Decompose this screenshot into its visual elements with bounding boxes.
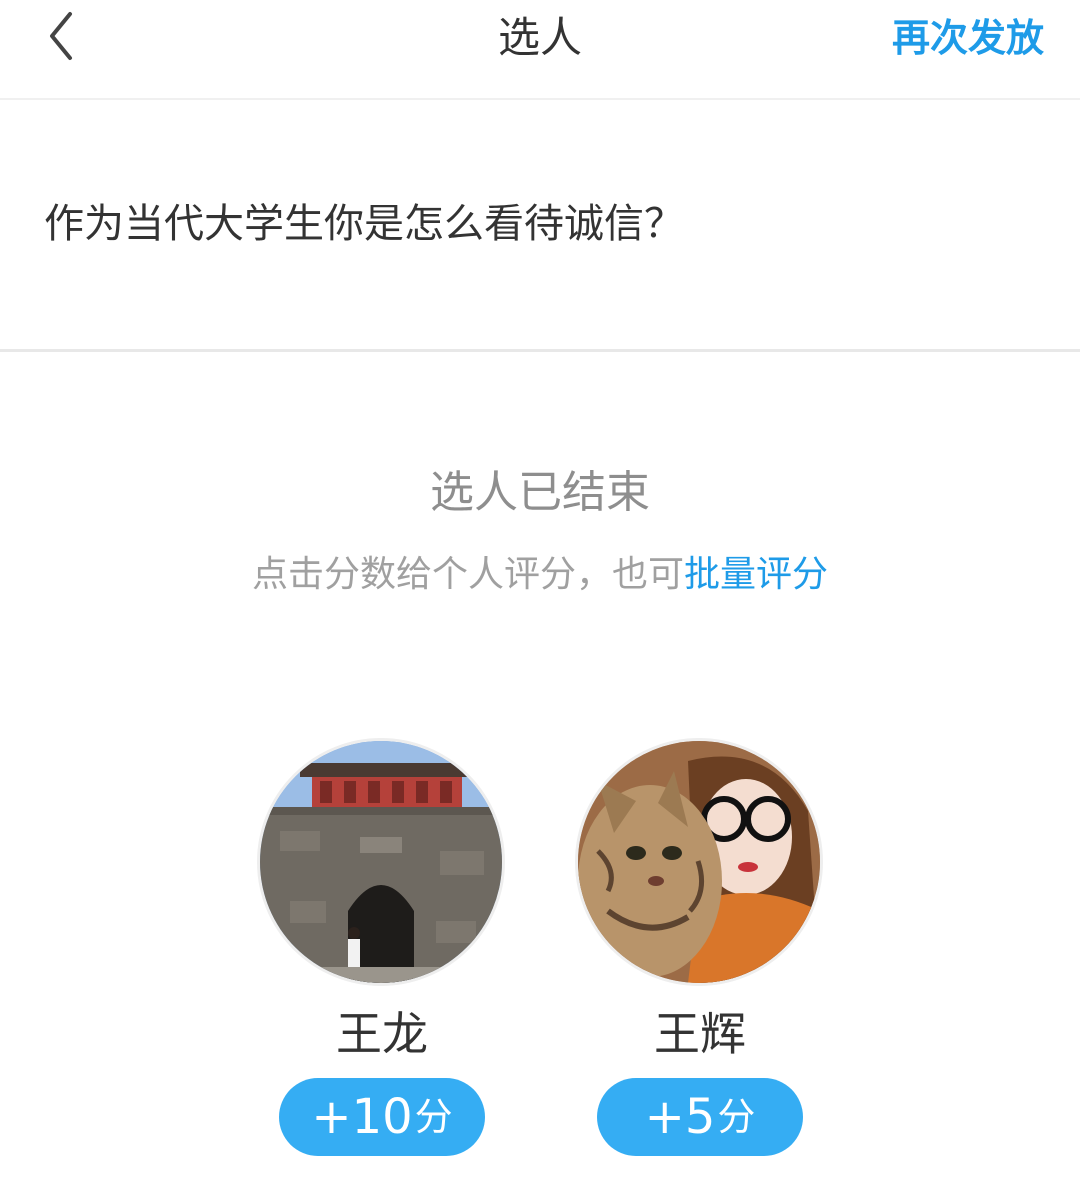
top-bar: 选人 再次发放	[0, 0, 1080, 100]
score-unit: 分	[717, 1095, 756, 1139]
avatar[interactable]	[257, 738, 505, 986]
scoring-hint-text: 点击分数给个人评分，也可	[251, 554, 684, 595]
question-text: 作为当代大学生你是怎么看待诚信？	[44, 201, 684, 247]
score-button[interactable]: +5 分	[597, 1078, 803, 1156]
scoring-hint: 点击分数给个人评分，也可批量评分	[0, 548, 1080, 602]
avatar-city-gate-photo	[260, 741, 502, 983]
batch-score-link[interactable]: 批量评分	[684, 554, 828, 595]
member-card: 王龙 +10 分	[257, 738, 507, 1156]
avatar-girl-with-cat-photo	[578, 741, 820, 983]
score-value: +5	[644, 1089, 716, 1145]
member-card: 王辉 +5 分	[575, 738, 825, 1156]
member-name: 王龙	[336, 1007, 428, 1061]
question-card: 作为当代大学生你是怎么看待诚信？	[0, 100, 1080, 352]
status-title: 选人已结束	[430, 467, 650, 518]
score-button[interactable]: +10 分	[279, 1078, 485, 1156]
avatar[interactable]	[575, 738, 823, 986]
score-value: +10	[311, 1089, 413, 1145]
select-person-screen: 选人 再次发放 作为当代大学生你是怎么看待诚信？ 选人已结束 点击分数给个人评分…	[0, 0, 1080, 1196]
redeploy-button[interactable]: 再次发放	[892, 8, 1044, 68]
score-unit: 分	[414, 1095, 453, 1139]
member-name: 王辉	[654, 1007, 746, 1061]
